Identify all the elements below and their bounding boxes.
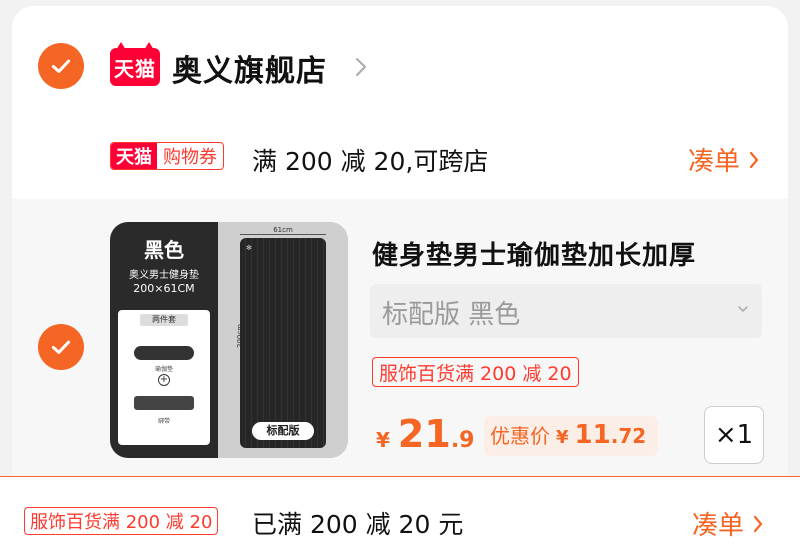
mat-logo: ✻ bbox=[246, 244, 252, 252]
thumbnail-size: 200×61CM bbox=[133, 282, 195, 295]
thumbnail-product-line: 奥义男士健身垫 bbox=[129, 270, 199, 281]
summary-promo-text: 已满 200 减 20 元 bbox=[252, 510, 464, 539]
coupon-add-items-link[interactable]: 凑单 bbox=[688, 141, 760, 178]
discount-integer: 11 bbox=[574, 420, 611, 450]
tmall-coupon-badge: 天猫 购物券 bbox=[110, 142, 224, 170]
discount-label: 优惠价 bbox=[490, 424, 550, 448]
discount-price: 优惠价 ¥ 11 .72 bbox=[484, 416, 659, 456]
store-name[interactable]: 奥义旗舰店 bbox=[172, 46, 327, 90]
check-icon bbox=[51, 59, 71, 73]
coupon-add-items-label: 凑单 bbox=[688, 147, 741, 177]
coupon-brand: 天猫 bbox=[111, 143, 157, 169]
chevron-right-icon[interactable] bbox=[354, 56, 368, 78]
cart-item: 黑色 奥义男士健身垫 200×61CM 两件套 瑜伽垫 + 绑带 61cm 20… bbox=[12, 199, 788, 476]
tmall-logo: 天猫 bbox=[110, 42, 160, 86]
price-decimal: .9 bbox=[450, 428, 475, 453]
summary-add-items-link[interactable]: 凑单 bbox=[692, 505, 764, 542]
promo-badge: 服饰百货满 200 减 20 bbox=[372, 357, 579, 387]
sku-value: 标配版 黑色 bbox=[382, 300, 521, 330]
product-thumbnail[interactable]: 黑色 奥义男士健身垫 200×61CM 两件套 瑜伽垫 + 绑带 61cm 20… bbox=[110, 222, 348, 458]
item-select-checkbox[interactable] bbox=[38, 324, 84, 370]
price-currency: ¥ bbox=[376, 428, 390, 452]
thumbnail-part2-caption: 绑带 bbox=[157, 418, 170, 425]
chevron-down-icon bbox=[738, 306, 748, 312]
rolled-mat-image bbox=[134, 346, 194, 360]
thumbnail-set-panel: 两件套 瑜伽垫 + 绑带 bbox=[118, 310, 210, 445]
thumbnail-set-label: 两件套 bbox=[140, 314, 188, 326]
store-select-checkbox[interactable] bbox=[38, 43, 84, 89]
thumbnail-mat-view: 61cm 200cm ✻ 标配版 bbox=[218, 222, 348, 458]
discount-currency: ¥ bbox=[556, 427, 569, 448]
plus-icon: + bbox=[158, 374, 170, 386]
thumbnail-width-label: 61cm bbox=[273, 226, 293, 234]
price-integer: 21 bbox=[397, 412, 451, 456]
quantity-button[interactable]: ×1 bbox=[704, 406, 764, 464]
discount-decimal: .72 bbox=[610, 424, 647, 448]
thumbnail-edition-label: 标配版 bbox=[252, 422, 314, 440]
yoga-mat-image: ✻ 标配版 bbox=[240, 238, 326, 448]
product-title[interactable]: 健身垫男士瑜伽垫加长加厚 bbox=[372, 235, 696, 272]
coupon-description: 满 200 减 20,可跨店 bbox=[252, 147, 489, 176]
promo-summary-bar: 服饰百货满 200 减 20 已满 200 减 20 元 凑单 bbox=[0, 476, 800, 551]
tmall-logo-text: 天猫 bbox=[114, 56, 156, 81]
item-price: ¥ 21 .9 bbox=[376, 412, 474, 456]
sku-selector[interactable]: 标配版 黑色 bbox=[370, 284, 762, 338]
chevron-right-icon bbox=[749, 151, 759, 168]
summary-add-items-label: 凑单 bbox=[692, 511, 745, 541]
store-card: 天猫 奥义旗舰店 天猫 购物券 满 200 减 20,可跨店 凑单 黑色 奥义男… bbox=[12, 6, 788, 476]
summary-promo-badge: 服饰百货满 200 减 20 bbox=[24, 507, 219, 535]
thumbnail-color-title: 黑色 bbox=[144, 238, 184, 262]
coupon-type: 购物券 bbox=[163, 147, 217, 168]
thumbnail-info-panel: 黑色 奥义男士健身垫 200×61CM 两件套 瑜伽垫 + 绑带 bbox=[110, 222, 218, 458]
strap-image bbox=[134, 396, 194, 410]
dimension-line bbox=[240, 234, 326, 235]
check-icon bbox=[51, 340, 71, 354]
thumbnail-part1-caption: 瑜伽垫 bbox=[154, 366, 173, 373]
chevron-right-icon bbox=[753, 515, 763, 532]
